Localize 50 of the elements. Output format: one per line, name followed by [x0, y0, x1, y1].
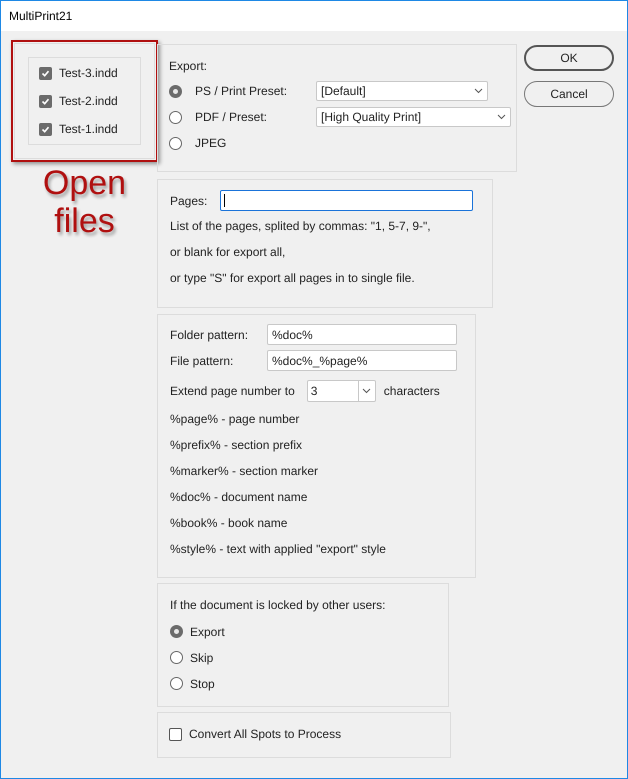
checkbox[interactable] [39, 122, 52, 136]
extend-label: Extend page number to [170, 383, 295, 400]
checkbox[interactable] [169, 728, 182, 740]
preset-dropdown[interactable]: [High Quality Print] [316, 107, 511, 127]
pattern-field[interactable]: %doc% [267, 324, 457, 345]
file-name: Test-2.indd [59, 93, 118, 110]
radio-label: PS / Print Preset: [195, 83, 288, 100]
digits-dropdown[interactable]: 3 [306, 380, 376, 402]
legend-text: %marker% - section marker [170, 463, 320, 480]
file-name: Test-1.indd [59, 121, 118, 138]
chevron-down-icon [362, 388, 372, 394]
field-label: File pattern: [170, 352, 234, 370]
legend-text: %doc% - document name [170, 489, 308, 506]
radio-button[interactable] [170, 651, 183, 664]
annotation-text: Open files [42, 164, 128, 240]
window-title: MultiPrint21 [9, 8, 72, 25]
help-text: or blank for export all, [170, 244, 286, 261]
legend-text: %style% - text with applied "export" style [170, 541, 387, 558]
radio-label: Export [190, 624, 225, 640]
extend-suffix: characters [384, 383, 440, 400]
preset-dropdown[interactable]: [Default] [316, 81, 488, 101]
text-cursor [224, 194, 226, 207]
checkbox[interactable] [39, 66, 52, 80]
radio-button[interactable] [169, 136, 182, 150]
help-text: List of the pages, splited by commas: "1, 5-7, 9-", [170, 218, 432, 235]
radio-button[interactable] [169, 110, 182, 124]
legend-text: %prefix% - section prefix [170, 437, 304, 454]
radio-button[interactable] [170, 625, 183, 638]
radio-button[interactable] [169, 84, 182, 98]
legend-text: %book% - book name [170, 515, 288, 532]
pages-label: Pages: [170, 192, 208, 210]
export-label: Export: [169, 58, 208, 75]
legend-text: %page% - page number [170, 411, 300, 428]
locked-label: If the document is locked by other users: [170, 597, 386, 614]
file-name: Test-3.indd [59, 65, 118, 82]
radio-label: Skip [190, 650, 214, 666]
radio-button[interactable] [170, 677, 183, 690]
dialog-button[interactable]: OK [524, 45, 614, 71]
checkbox-label: Convert All Spots to Process [189, 726, 342, 743]
pattern-field[interactable]: %doc%_%page% [267, 350, 457, 371]
radio-label: JPEG [195, 135, 228, 152]
field-label: Folder pattern: [170, 326, 250, 344]
radio-label: Stop [190, 676, 215, 692]
checkbox[interactable] [39, 94, 52, 108]
chevron-down-icon [474, 88, 483, 94]
dialog-button[interactable]: Cancel [524, 81, 614, 107]
help-text: or type "S" for export all pages in to single file. [170, 270, 416, 287]
chevron-down-icon [497, 114, 506, 120]
pages-field[interactable] [220, 190, 474, 211]
radio-label: PDF / Preset: [195, 109, 268, 126]
